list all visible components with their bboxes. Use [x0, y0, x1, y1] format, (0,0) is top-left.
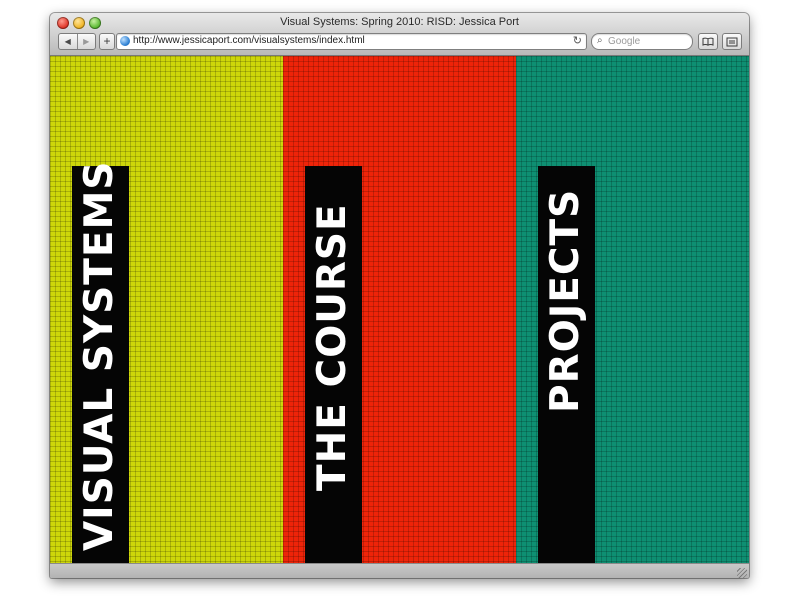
plus-icon: + — [103, 34, 111, 48]
nav-label-the-course: THE COURSE — [309, 203, 355, 491]
title-bar: Visual Systems: Spring 2010: RISD: Jessi… — [50, 13, 749, 56]
column-projects: PROJECTS — [516, 56, 749, 563]
back-button[interactable]: ◀ — [59, 34, 77, 49]
page-icon — [726, 37, 738, 46]
search-input[interactable] — [608, 34, 686, 48]
history-nav: ◀ ▶ — [58, 33, 96, 50]
resize-grip-icon[interactable] — [737, 568, 747, 578]
snapback-button[interactable] — [722, 33, 742, 50]
window-title: Visual Systems: Spring 2010: RISD: Jessi… — [280, 16, 519, 28]
column-the-course: THE COURSE — [283, 56, 516, 563]
forward-arrow-icon: ▶ — [83, 37, 90, 46]
url-text[interactable]: http://www.jessicaport.com/visualsystems… — [133, 35, 365, 46]
nav-label-visual-systems: VISUAL SYSTEMS — [76, 160, 122, 551]
add-bookmark-button[interactable]: + — [99, 33, 115, 50]
screen: Visual Systems: Spring 2010: RISD: Jessi… — [0, 0, 800, 600]
forward-button[interactable]: ▶ — [76, 34, 96, 49]
nav-link-visual-systems[interactable]: VISUAL SYSTEMS — [72, 161, 129, 563]
status-bar — [50, 563, 749, 578]
search-field[interactable]: ⌕ — [591, 33, 693, 50]
nav-label-projects: PROJECTS — [542, 188, 588, 413]
back-arrow-icon: ◀ — [64, 37, 71, 46]
column-visual-systems: VISUAL SYSTEMS — [50, 56, 283, 563]
book-icon — [702, 37, 714, 46]
bookmarks-button[interactable] — [698, 33, 718, 50]
reload-button[interactable]: ↻ — [573, 34, 582, 47]
page-content: VISUAL SYSTEMS THE COURSE PROJECTS — [50, 56, 749, 563]
browser-window: Visual Systems: Spring 2010: RISD: Jessi… — [50, 13, 749, 578]
nav-link-the-course[interactable]: THE COURSE — [305, 166, 362, 563]
search-icon: ⌕ — [597, 35, 603, 46]
globe-icon — [120, 36, 130, 46]
address-bar[interactable]: http://www.jessicaport.com/visualsystems… — [116, 33, 587, 50]
nav-link-projects[interactable]: PROJECTS — [538, 166, 595, 563]
